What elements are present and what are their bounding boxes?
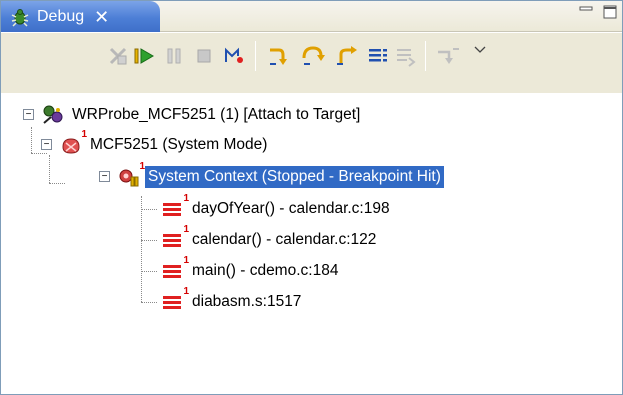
toolbar-separator — [255, 41, 256, 71]
stack-frame-row[interactable]: 1 dayOfYear() - calendar.c:198 — [161, 193, 393, 223]
breakpoint-count-badge: 1 — [183, 255, 189, 266]
maximize-icon[interactable] — [602, 4, 618, 20]
stack-frame-icon: 1 — [161, 255, 189, 283]
debug-toolbar — [1, 33, 622, 93]
resume-icon[interactable] — [131, 43, 157, 69]
tree-node-core[interactable]: − 1 MCF5251 (System Mode) — [29, 129, 270, 159]
breakpoint-count-badge: 1 — [81, 129, 87, 140]
instruction-step-icon[interactable] — [365, 43, 391, 69]
tree-connector — [141, 240, 157, 241]
view-title-strip: Debug ✕ — [1, 1, 622, 32]
collapse-toggle[interactable]: − — [99, 171, 110, 182]
stack-frame-label: main() - cdemo.c:184 — [192, 262, 339, 279]
stack-frame-label: dayOfYear() - calendar.c:198 — [192, 200, 390, 217]
tree-connector — [141, 271, 157, 272]
tree-node-label: WRProbe_MCF5251 (1) [Attach to Target] — [72, 106, 361, 123]
toolbar-separator — [425, 41, 426, 71]
collapse-toggle[interactable]: − — [41, 139, 52, 150]
stack-frame-row[interactable]: 1 calendar() - calendar.c:122 — [161, 224, 379, 254]
breakpoint-count-badge: 1 — [183, 286, 189, 297]
step-over-icon[interactable] — [301, 43, 327, 69]
stack-frame-icon: 1 — [161, 286, 189, 314]
collapse-toggle[interactable]: − — [23, 109, 34, 120]
terminate-icon[interactable] — [191, 43, 217, 69]
stack-frame-icon: 1 — [161, 193, 189, 221]
tree-connector — [141, 196, 142, 302]
remove-launches-icon[interactable] — [105, 43, 131, 69]
tree-connector — [49, 183, 65, 184]
tab-debug[interactable]: Debug ✕ — [1, 1, 160, 32]
window-controls — [578, 4, 618, 20]
target-connection-icon — [41, 103, 65, 127]
suspend-icon[interactable] — [161, 43, 187, 69]
minimize-icon[interactable] — [578, 4, 594, 20]
stack-frame-label: diabasm.s:1517 — [192, 293, 302, 310]
stopped-context-icon: 1 — [117, 161, 145, 189]
debug-view: Debug ✕ − WRProbe_MCF5251 (1) [Attach to… — [0, 0, 623, 395]
tree-node-label-selected: System Context (Stopped - Breakpoint Hit… — [145, 166, 444, 188]
tree-connector — [141, 302, 157, 303]
breakpoint-count-badge: 1 — [139, 161, 145, 172]
tree-node-target[interactable]: − WRProbe_MCF5251 (1) [Attach to Target] — [11, 101, 363, 129]
stack-frame-row[interactable]: 1 main() - cdemo.c:184 — [161, 255, 341, 285]
close-icon[interactable]: ✕ — [94, 8, 109, 26]
debug-tree: − WRProbe_MCF5251 (1) [Attach to Target]… — [11, 101, 611, 381]
debug-bug-icon — [9, 6, 31, 28]
breakpoint-count-badge: 1 — [183, 193, 189, 204]
processor-core-icon: 1 — [59, 129, 87, 157]
drop-to-frame-icon[interactable] — [393, 43, 419, 69]
view-menu-chevron-icon[interactable] — [467, 37, 493, 63]
stack-frame-row[interactable]: 1 diabasm.s:1517 — [161, 286, 304, 316]
tab-label: Debug — [37, 7, 85, 25]
stack-frame-label: calendar() - calendar.c:122 — [192, 231, 377, 248]
step-return-icon[interactable] — [335, 43, 361, 69]
tree-connector — [141, 209, 157, 210]
tree-node-label: MCF5251 (System Mode) — [90, 136, 268, 153]
stack-frame-icon: 1 — [161, 224, 189, 252]
breakpoint-count-badge: 1 — [183, 224, 189, 235]
tree-node-context[interactable]: − 1 System Context (Stopped - Breakpoint… — [99, 161, 444, 191]
disconnect-icon[interactable] — [221, 43, 247, 69]
tree-connector — [49, 155, 50, 183]
step-into-icon[interactable] — [267, 43, 293, 69]
use-step-filters-icon[interactable] — [435, 43, 461, 69]
